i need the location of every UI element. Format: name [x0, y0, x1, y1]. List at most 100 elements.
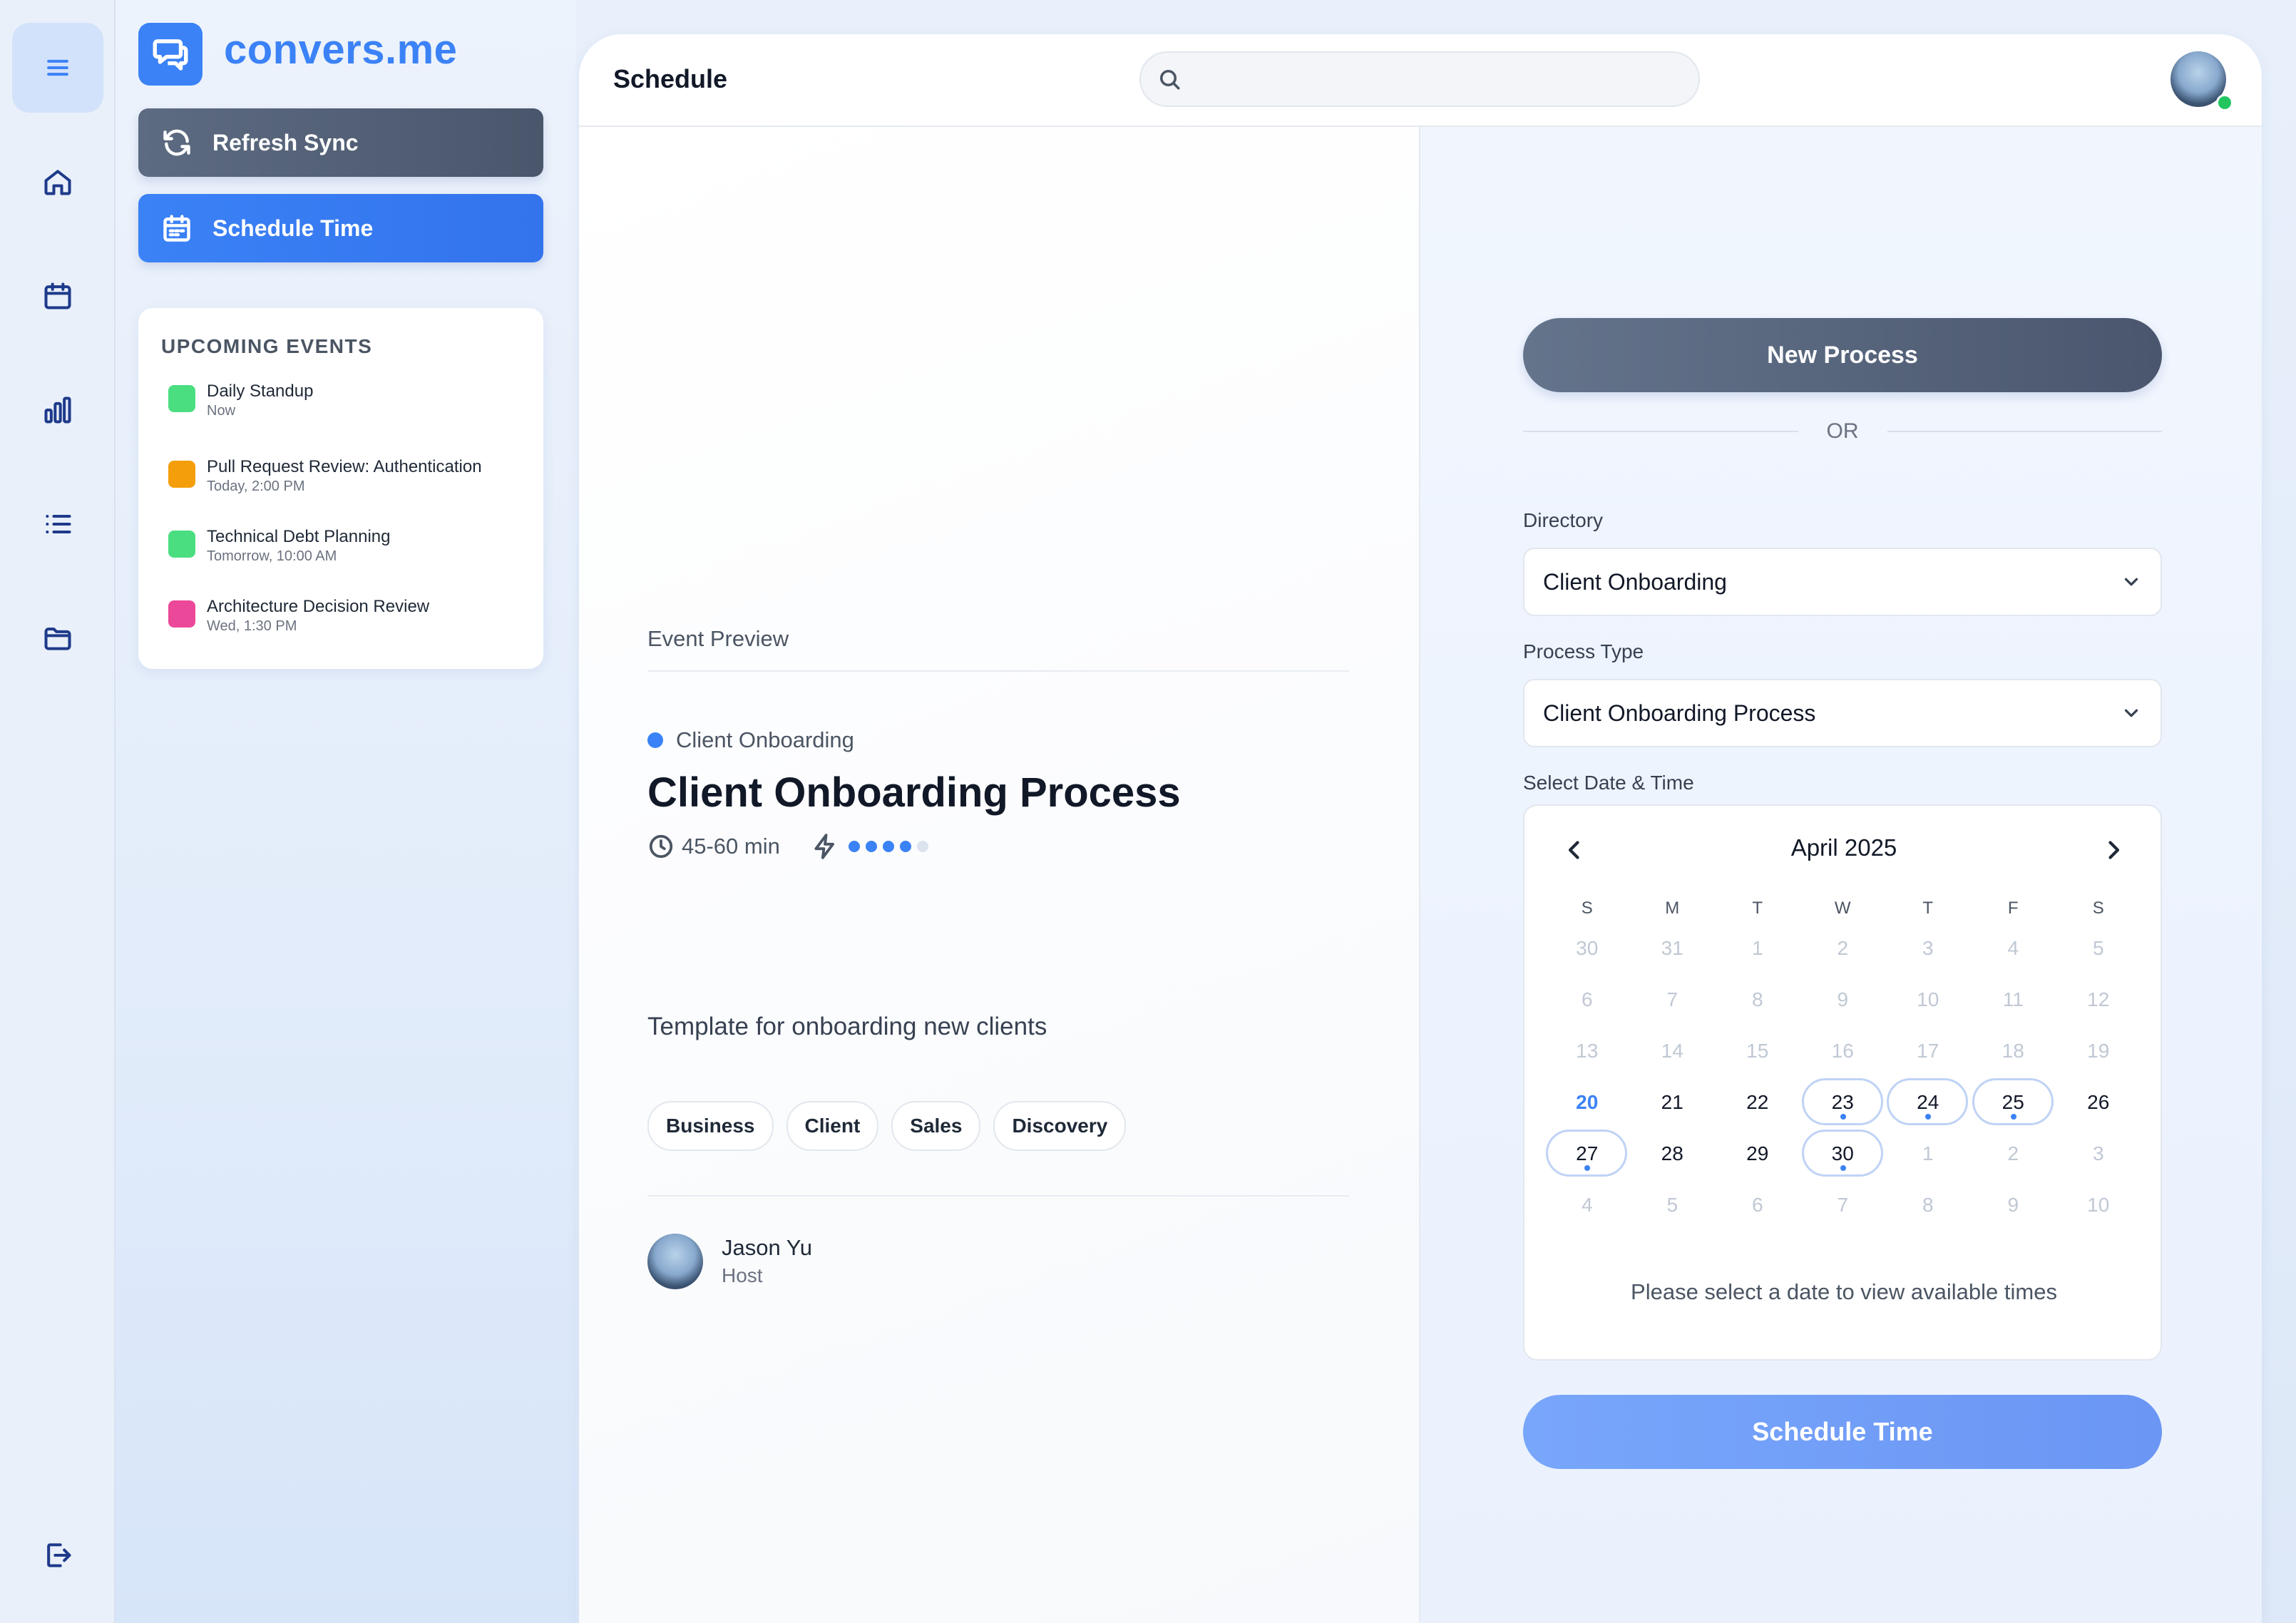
calendar-day: 10	[2056, 1179, 2141, 1231]
weekday-header: T	[1922, 898, 1934, 918]
calendar-day-available[interactable]: 24	[1885, 1077, 1971, 1128]
complexity-dot	[899, 841, 911, 852]
calendar-month: April 2025	[1790, 834, 1897, 861]
calendar-day: 2	[1971, 1128, 2056, 1179]
duration: 45-60 min	[682, 834, 780, 859]
schedule-form-panel: New Process OR Directory Client Onboardi…	[1419, 127, 2262, 1623]
calendar-day: 6	[1715, 1179, 1800, 1231]
chevron-down-icon	[2124, 578, 2138, 586]
calendar-day: 11	[1971, 974, 2056, 1025]
calendar-day[interactable]: 29	[1715, 1128, 1800, 1179]
availability-dot	[1840, 1165, 1846, 1171]
day-number: 9	[2007, 1194, 2019, 1216]
calendar-day: 16	[1800, 1025, 1886, 1077]
list-button[interactable]	[12, 479, 103, 569]
day-number: 3	[1922, 937, 1934, 959]
weekday-header: M	[1665, 898, 1680, 918]
calendar-grid: S M T W T F S 30 31 1 2 3 4 5 6 7 8 9 10 11 12 13 14 15 16 17 18 19…	[1544, 894, 2141, 1231]
calendar-day-available[interactable]: 30	[1800, 1128, 1886, 1179]
calendar-day: 3	[1885, 923, 1971, 974]
tag[interactable]: Business	[647, 1101, 774, 1151]
process-meta: 45-60 min	[647, 833, 934, 860]
calendar-button[interactable]	[12, 251, 103, 341]
divider	[1887, 431, 2162, 432]
calendar-day[interactable]: 26	[2056, 1077, 2141, 1128]
category-dot	[647, 732, 663, 748]
event-item[interactable]: Technical Debt Planning Tomorrow, 10:00 …	[168, 526, 391, 565]
weekday-header: S	[1581, 898, 1593, 918]
host-name: Jason Yu	[722, 1235, 812, 1260]
calendar-day[interactable]: 22	[1715, 1077, 1800, 1128]
event-item[interactable]: Architecture Decision Review Wed, 1:30 P…	[168, 596, 429, 635]
folder-icon	[44, 628, 71, 650]
calendar-day[interactable]: 28	[1630, 1128, 1716, 1179]
weekday-header: W	[1834, 898, 1851, 918]
or-separator: OR	[1523, 419, 2162, 444]
event-item[interactable]: Pull Request Review: Authentication Toda…	[168, 456, 482, 495]
next-month-button[interactable]	[2101, 837, 2126, 863]
calendar-day[interactable]: 21	[1630, 1077, 1716, 1128]
app-logo	[138, 23, 203, 86]
search-input[interactable]	[1194, 67, 1681, 91]
analytics-button[interactable]	[12, 365, 103, 455]
day-number: 1	[1751, 937, 1763, 959]
process-description: Template for onboarding new clients	[647, 1013, 1047, 1040]
event-time: Now	[207, 403, 236, 419]
home-button[interactable]	[12, 137, 103, 227]
event-name: Pull Request Review: Authentication	[207, 457, 482, 476]
day-number: 29	[1746, 1142, 1769, 1164]
clock-icon	[649, 834, 673, 859]
calendar-day: 4	[1971, 923, 2056, 974]
lightning-icon	[814, 834, 834, 859]
calendar-day: 8	[1715, 974, 1800, 1025]
day-number: 3	[2092, 1142, 2104, 1164]
directory-select[interactable]: Client Onboarding	[1523, 548, 2162, 616]
or-label: OR	[1826, 419, 1859, 443]
event-item[interactable]: Daily Standup Now	[168, 381, 313, 419]
day-number: 22	[1746, 1091, 1769, 1113]
event-time: Today, 2:00 PM	[207, 478, 305, 494]
tag[interactable]: Discovery	[993, 1101, 1127, 1151]
day-number: 2	[1837, 937, 1849, 959]
schedule-time-button[interactable]: Schedule Time	[138, 194, 543, 262]
day-number: 10	[2087, 1194, 2110, 1216]
day-number: 17	[1917, 1040, 1939, 1062]
day-number: 19	[2087, 1040, 2110, 1062]
day-number: 18	[2002, 1040, 2024, 1062]
calendar-day-available[interactable]: 27	[1544, 1128, 1630, 1179]
directory-label: Directory	[1523, 509, 1604, 531]
process-title: Client Onboarding Process	[647, 769, 1181, 816]
calendar-hint: Please select a date to view available t…	[1631, 1279, 2057, 1304]
day-number: 28	[1661, 1142, 1683, 1164]
event-color-marker	[168, 385, 195, 412]
process-type-select[interactable]: Client Onboarding Process	[1523, 679, 2162, 747]
folder-button[interactable]	[12, 593, 103, 683]
new-process-button[interactable]: New Process	[1523, 318, 2162, 392]
calendar-day-available[interactable]: 25	[1971, 1077, 2056, 1128]
page-title: Schedule	[613, 64, 728, 93]
calendar-day: 6	[1544, 974, 1630, 1025]
online-status-indicator	[2216, 94, 2233, 111]
schedule-time-label: Schedule Time	[212, 215, 374, 241]
calendar-day-today[interactable]: 20	[1544, 1077, 1630, 1128]
calendar-day: 9	[1971, 1179, 2056, 1231]
logout-button[interactable]	[12, 1510, 103, 1600]
complexity-dot	[848, 841, 860, 852]
menu-button[interactable]	[12, 23, 103, 113]
calendar-day: 31	[1630, 923, 1716, 974]
refresh-sync-button[interactable]: Refresh Sync	[138, 108, 543, 177]
event-name: Architecture Decision Review	[207, 597, 430, 616]
tag[interactable]: Client	[786, 1101, 879, 1151]
calendar-day: 5	[2056, 923, 2141, 974]
tag[interactable]: Sales	[891, 1101, 981, 1151]
calendar-day: 1	[1715, 923, 1800, 974]
calendar-day-available[interactable]: 23	[1800, 1077, 1886, 1128]
calendar-day: 13	[1544, 1025, 1630, 1077]
search-bar[interactable]	[1139, 51, 1700, 107]
list-icon	[46, 514, 71, 534]
schedule-time-submit-button[interactable]: Schedule Time	[1523, 1395, 2162, 1469]
date-time-label: Select Date & Time	[1523, 772, 1694, 794]
day-number: 26	[2087, 1091, 2110, 1113]
day-number: 8	[1751, 988, 1763, 1010]
event-time: Wed, 1:30 PM	[207, 618, 297, 634]
